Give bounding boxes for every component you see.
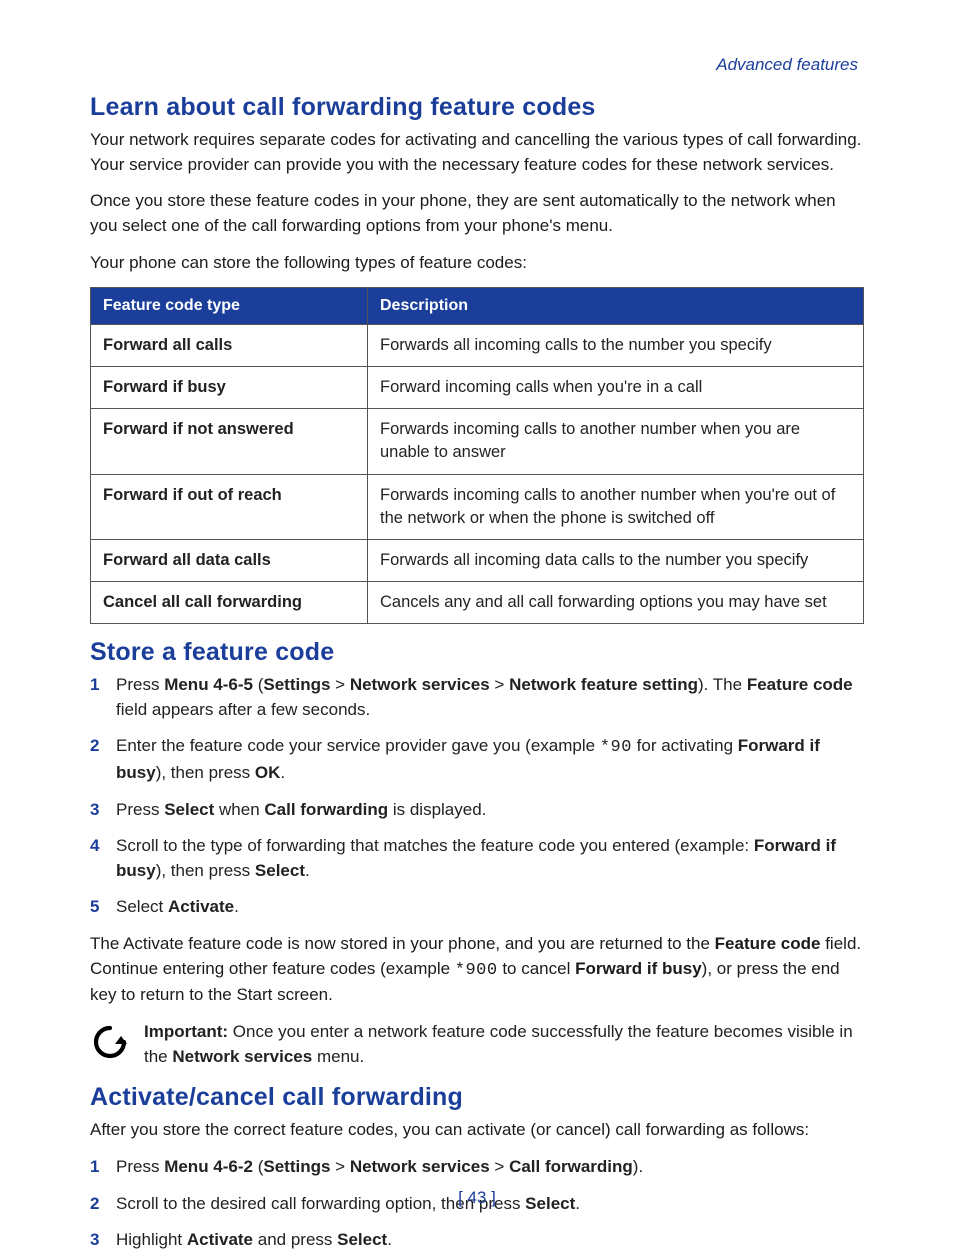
important-label: Important: [144,1022,228,1041]
table-cell-type: Forward all calls [91,325,368,367]
text: > [330,675,349,694]
text: . [234,897,239,916]
note-cycle-arrow-icon [90,1022,130,1062]
text: is displayed. [388,800,486,819]
table-row: Forward if not answered Forwards incomin… [91,409,864,474]
code-text: *900 [455,961,498,980]
text: Enter the feature code your service prov… [116,736,600,755]
list-item: Scroll to the type of forwarding that ma… [90,834,864,883]
table-cell-type: Forward all data calls [91,539,368,581]
bold-text: Settings [263,675,330,694]
bold-text: Forward if busy [575,959,702,978]
table-cell-desc: Forwards all incoming data calls to the … [368,539,864,581]
heading-feature-codes: Learn about call forwarding feature code… [90,93,864,122]
text: Press [116,1157,164,1176]
table-header-row: Feature code type Description [91,288,864,325]
text: and press [253,1230,337,1249]
text: Select [116,897,168,916]
list-item: Enter the feature code your service prov… [90,734,864,785]
text: for activating [632,736,738,755]
table-header-cell: Description [368,288,864,325]
bold-text: Menu 4-6-2 [164,1157,253,1176]
bold-text: Network services [350,675,490,694]
paragraph: Once you store these feature codes in yo… [90,189,864,238]
bold-text: Feature code [747,675,853,694]
page-number: [ 43 ] [0,1188,954,1208]
paragraph: Your network requires separate codes for… [90,128,864,177]
text: ). [633,1157,643,1176]
header-section-label: Advanced features [90,55,864,75]
text: . [305,861,310,880]
paragraph: Your phone can store the following types… [90,251,864,276]
code-text: *90 [600,738,632,757]
bold-text: Activate [187,1230,253,1249]
list-item: Press Select when Call forwarding is dis… [90,798,864,823]
bold-text: Call forwarding [509,1157,633,1176]
list-item: Highlight Activate and press Select. [90,1228,864,1253]
ordered-steps: Press Menu 4-6-5 (Settings > Network ser… [90,673,864,920]
text: when [214,800,264,819]
document-page: Advanced features Learn about call forwa… [0,0,954,1248]
bold-text: Call forwarding [264,800,388,819]
table-row: Forward if busy Forward incoming calls w… [91,367,864,409]
paragraph: The Activate feature code is now stored … [90,932,864,1008]
text: > [490,1157,509,1176]
table-row: Cancel all call forwarding Cancels any a… [91,581,864,623]
bold-text: Network services [172,1047,312,1066]
text: Press [116,675,164,694]
table-cell-desc: Forwards all incoming calls to the numbe… [368,325,864,367]
text: > [490,675,509,694]
table-cell-desc: Forwards incoming calls to another numbe… [368,409,864,474]
bold-text: OK [255,763,281,782]
table-cell-desc: Cancels any and all call forwarding opti… [368,581,864,623]
text: to cancel [498,959,576,978]
list-item: Press Menu 4-6-2 (Settings > Network ser… [90,1155,864,1180]
bold-text: Settings [263,1157,330,1176]
bold-text: Feature code [715,934,821,953]
text: ), then press [156,861,255,880]
heading-activate-cancel: Activate/cancel call forwarding [90,1083,864,1112]
bold-text: Network feature setting [509,675,698,694]
table-cell-type: Forward if not answered [91,409,368,474]
text: Highlight [116,1230,187,1249]
text: ( [253,1157,263,1176]
text: The Activate feature code is now stored … [90,934,715,953]
table-cell-desc: Forwards incoming calls to another numbe… [368,474,864,539]
table-cell-type: Cancel all call forwarding [91,581,368,623]
bold-text: Menu 4-6-5 [164,675,253,694]
table-row: Forward all data calls Forwards all inco… [91,539,864,581]
text: field appears after a few seconds. [116,700,370,719]
text: menu. [312,1047,364,1066]
list-item: Press Menu 4-6-5 (Settings > Network ser… [90,673,864,722]
table-cell-desc: Forward incoming calls when you're in a … [368,367,864,409]
bold-text: Select [255,861,305,880]
feature-code-table: Feature code type Description Forward al… [90,287,864,624]
table-row: Forward all calls Forwards all incoming … [91,325,864,367]
list-item: Select Activate. [90,895,864,920]
text: > [330,1157,349,1176]
important-note: Important: Once you enter a network feat… [90,1020,864,1069]
table-cell-type: Forward if busy [91,367,368,409]
bold-text: Select [337,1230,387,1249]
text: ). The [698,675,747,694]
bold-text: Activate [168,897,234,916]
table-header-cell: Feature code type [91,288,368,325]
paragraph: After you store the correct feature code… [90,1118,864,1143]
text: . [387,1230,392,1249]
text: . [280,763,285,782]
text: ), then press [156,763,255,782]
text: Scroll to the type of forwarding that ma… [116,836,754,855]
heading-store-code: Store a feature code [90,638,864,667]
bold-text: Network services [350,1157,490,1176]
text: Press [116,800,164,819]
bold-text: Select [164,800,214,819]
table-cell-type: Forward if out of reach [91,474,368,539]
text: ( [253,675,263,694]
note-text: Important: Once you enter a network feat… [144,1020,864,1069]
table-row: Forward if out of reach Forwards incomin… [91,474,864,539]
